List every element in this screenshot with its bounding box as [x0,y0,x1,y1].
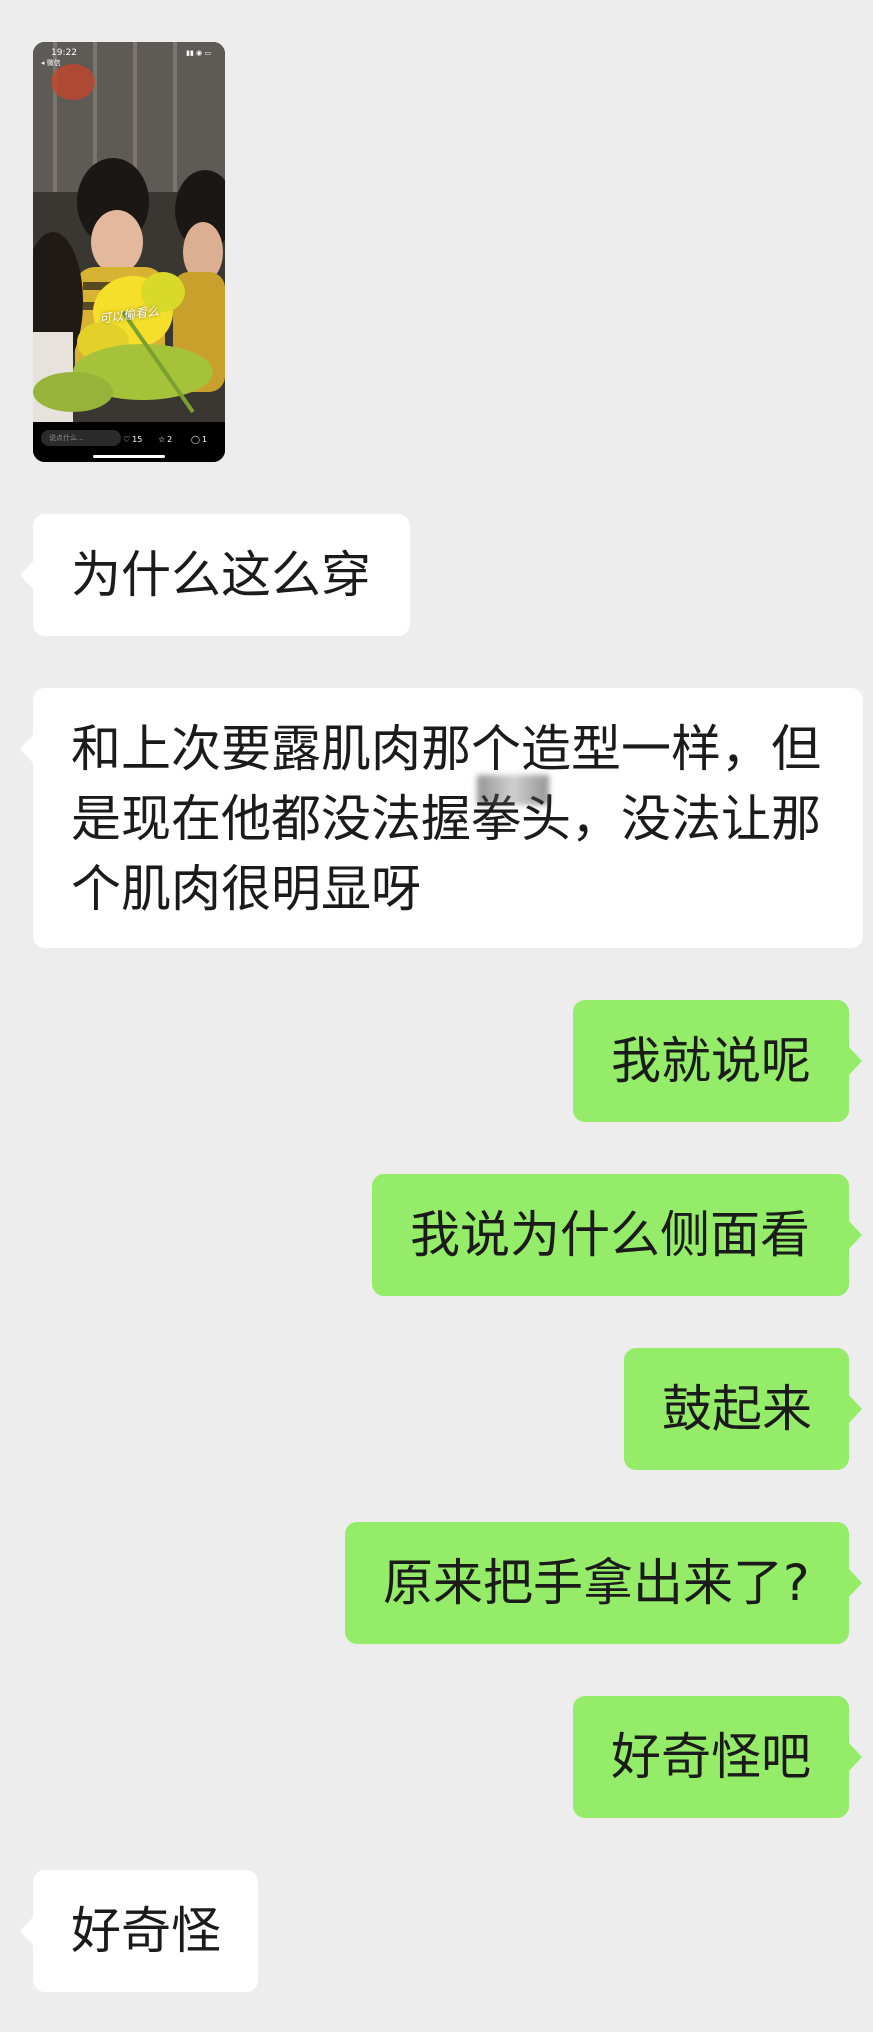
message-text: 好奇怪吧 [611,1728,811,1786]
message-bubble-outgoing[interactable]: 我就说呢 [573,1000,862,1122]
message-bubble-incoming[interactable]: 和上次要露肌肉那个造型一样，但是现在他都没法握拳头，没法让那个肌肉很明显呀 [20,688,863,948]
likes-count: 15 [132,435,143,444]
star-icon: ☆ [158,435,166,444]
message-text: 和上次要露肌肉那个造型一样，但是现在他都没法握拳头，没法让那个肌肉很明显呀 [71,720,821,918]
message-text: 我就说呢 [611,1032,811,1090]
message-text: 原来把手拿出来了? [383,1554,810,1612]
favorites-stat: ☆ 2 [158,435,172,444]
comments-stat: ◯ 1 [191,435,207,444]
message-bubble-incoming[interactable]: 好奇怪 [20,1870,258,1992]
message-bubble-outgoing[interactable]: 好奇怪吧 [573,1696,862,1818]
video-message-thumbnail[interactable]: 19:22 ▮▮ ◉ ▭ ◂ 微信 可以偷看么 说点什么... ♡ 15 ☆ 2… [33,42,225,462]
chat-screen: 19:22 ▮▮ ◉ ▭ ◂ 微信 可以偷看么 说点什么... ♡ 15 ☆ 2… [0,0,873,2032]
message-bubble-outgoing[interactable]: 原来把手拿出来了? [345,1522,862,1644]
message-text: 我说为什么侧面看 [410,1206,810,1264]
message-text: 为什么这么穿 [71,546,371,604]
comment-icon: ◯ [191,435,200,444]
message-text: 鼓起来 [662,1380,812,1438]
battery-icon: ▮▮ ◉ ▭ [186,49,211,57]
likes-stat: ♡ 15 [123,435,142,444]
censored-blur [477,775,549,805]
status-time: 19:22 [51,48,77,58]
comments-count: 1 [201,435,208,444]
message-bubble-incoming[interactable]: 为什么这么穿 [20,514,410,636]
message-bubble-outgoing[interactable]: 鼓起来 [624,1348,862,1470]
heart-icon: ♡ [123,435,131,444]
comment-input: 说点什么... [41,430,121,446]
video-frame-image [33,42,225,462]
message-bubble-outgoing[interactable]: 我说为什么侧面看 [372,1174,862,1296]
favorites-count: 2 [167,435,173,444]
back-label: ◂ 微信 [41,59,61,67]
message-text: 好奇怪 [71,1902,221,1960]
home-indicator [93,455,165,458]
